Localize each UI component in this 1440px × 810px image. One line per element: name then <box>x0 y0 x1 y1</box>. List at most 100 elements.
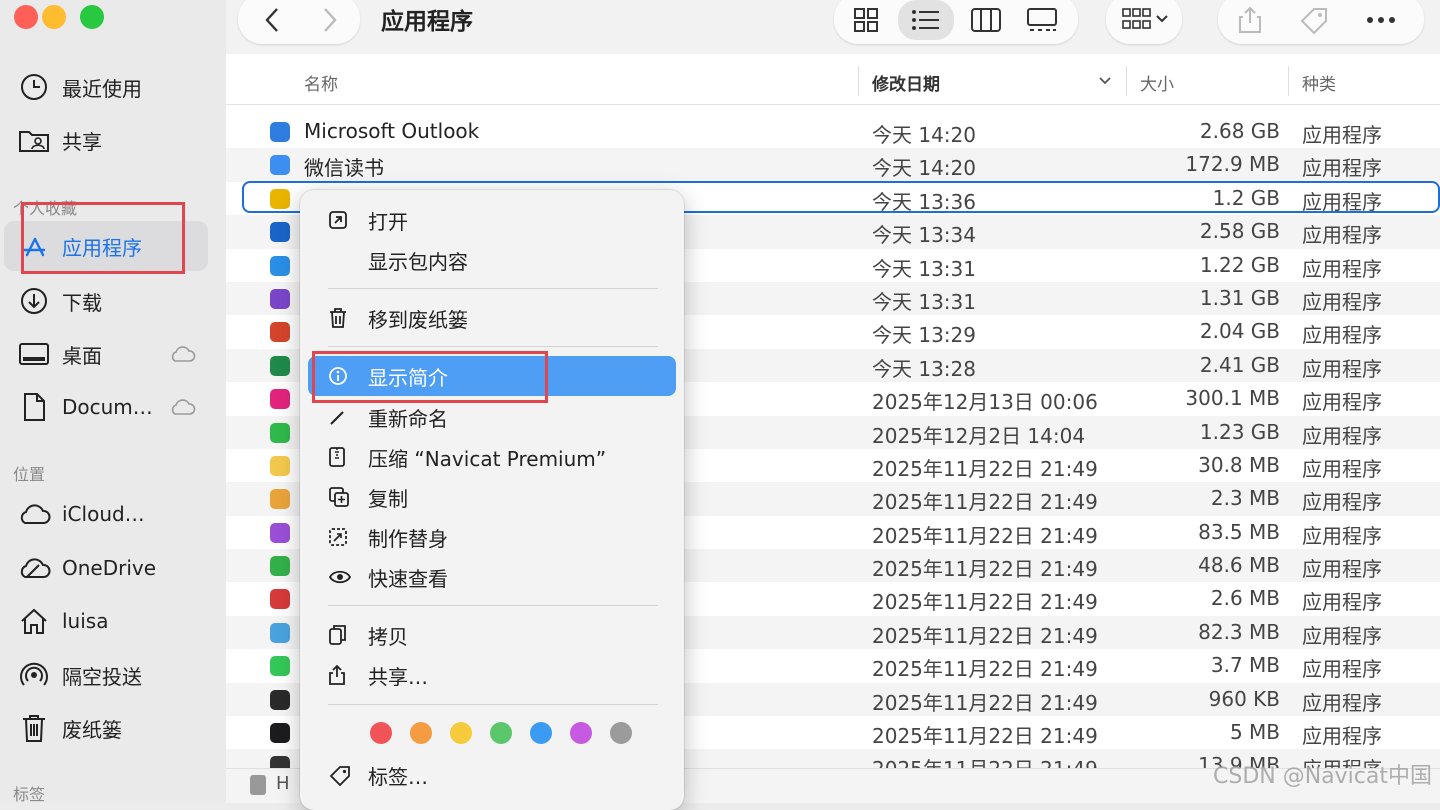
sidebar-item-airdrop[interactable]: 隔空投送 <box>16 655 142 695</box>
menu-item-rename[interactable]: 重新命名 <box>308 399 676 435</box>
row-size: 172.9 MB <box>1185 152 1280 177</box>
close-window-button[interactable] <box>14 5 38 29</box>
nav-button-group <box>238 0 360 44</box>
row-size: 2.3 MB <box>1210 486 1280 511</box>
icon-view-button[interactable] <box>844 0 888 40</box>
table-row[interactable]: Microsoft Outlook 今天 14:20 2.68 GB 应用程序 <box>226 115 1440 148</box>
zoom-window-button[interactable] <box>80 5 104 29</box>
group-by-button[interactable] <box>1118 0 1174 40</box>
tag-color-dot[interactable] <box>490 722 512 744</box>
menu-item-open[interactable]: 打开 <box>308 202 676 238</box>
sidebar-item-label: iCloud… <box>62 502 145 526</box>
tag-color-dot[interactable] <box>410 722 432 744</box>
chevron-right-icon <box>324 8 337 32</box>
group-grid-icon <box>1122 8 1168 29</box>
menu-item-share[interactable]: 共享… <box>308 657 676 693</box>
row-date: 今天 13:28 <box>872 356 976 381</box>
app-icon <box>270 689 290 710</box>
sidebar-item-icloud[interactable]: iCloud… <box>16 494 145 534</box>
sidebar-item-documents[interactable]: Docum… <box>16 387 153 427</box>
menu-item-label: 复制 <box>368 486 408 511</box>
row-kind: 应用程序 <box>1302 289 1382 314</box>
row-size: 3.7 MB <box>1210 653 1280 678</box>
sidebar-item-downloads[interactable]: 下载 <box>16 281 102 321</box>
menu-item-duplicate[interactable]: 复制 <box>308 479 676 515</box>
tag-button[interactable] <box>1292 0 1336 40</box>
tag-color-dot[interactable] <box>370 722 392 744</box>
row-size: 2.04 GB <box>1199 319 1280 344</box>
share-button[interactable] <box>1228 0 1272 40</box>
row-kind: 应用程序 <box>1302 456 1382 481</box>
menu-item-compress[interactable]: 压缩 “Navicat Premium” <box>308 439 676 475</box>
row-kind: 应用程序 <box>1302 724 1382 749</box>
menu-item-show-package-contents[interactable]: 显示包内容 <box>308 242 676 278</box>
column-header-name[interactable]: 名称 <box>304 70 338 95</box>
sort-chevron-down-icon[interactable] <box>1098 76 1112 86</box>
tag-color-dot[interactable] <box>570 722 592 744</box>
row-date: 2025年11月22日 21:49 <box>872 456 1098 481</box>
row-size: 48.6 MB <box>1198 553 1280 578</box>
row-kind: 应用程序 <box>1302 390 1382 415</box>
window-title: 应用程序 <box>381 9 473 35</box>
row-date: 2025年11月22日 21:49 <box>872 657 1098 682</box>
group-by-group <box>1106 0 1182 44</box>
row-size: 300.1 MB <box>1185 386 1280 411</box>
app-icon <box>270 122 290 142</box>
menu-item-copy[interactable]: 拷贝 <box>308 617 676 653</box>
row-date: 2025年11月22日 21:49 <box>872 557 1098 582</box>
menu-item-make-alias[interactable]: 制作替身 <box>308 519 676 555</box>
menu-item-move-to-trash[interactable]: 移到废纸篓 <box>308 300 676 336</box>
row-size: 960 KB <box>1208 686 1280 711</box>
column-header-kind[interactable]: 种类 <box>1302 70 1336 95</box>
row-kind: 应用程序 <box>1302 690 1382 715</box>
drive-icon <box>250 775 266 795</box>
row-date: 2025年12月13日 00:06 <box>872 390 1098 415</box>
column-divider <box>858 66 859 96</box>
sidebar-item-label: 下载 <box>62 290 102 315</box>
sidebar-item-label: 共享 <box>62 129 102 154</box>
menu-item-tags[interactable]: 标签… <box>308 757 676 793</box>
column-header-size[interactable]: 大小 <box>1140 70 1174 95</box>
zip-icon <box>328 446 368 468</box>
tag-icon <box>328 764 368 786</box>
forward-button[interactable] <box>312 0 348 40</box>
sidebar-item-home[interactable]: luisa <box>16 601 108 641</box>
table-row[interactable]: 微信读书 今天 14:20 172.9 MB 应用程序 <box>226 148 1440 182</box>
sidebar-item-recents[interactable]: 最近使用 <box>16 67 142 107</box>
column-header-date[interactable]: 修改日期 <box>872 70 940 95</box>
minimize-window-button[interactable] <box>42 5 66 29</box>
menu-item-label: 快速查看 <box>368 566 448 591</box>
row-date: 2025年11月22日 21:49 <box>872 590 1098 615</box>
open-arrow-icon <box>328 210 368 230</box>
back-button[interactable] <box>254 0 290 40</box>
path-bar-text[interactable]: H <box>276 773 290 794</box>
annotation-highlight-box <box>21 202 185 274</box>
sidebar-item-trash[interactable]: 废纸篓 <box>16 708 122 748</box>
row-kind: 应用程序 <box>1302 123 1382 147</box>
airdrop-icon <box>16 660 52 690</box>
sidebar-item-label: 桌面 <box>62 343 102 368</box>
row-kind: 应用程序 <box>1302 623 1382 648</box>
sidebar-item-label: Docum… <box>62 395 153 419</box>
gallery-view-button[interactable] <box>1020 0 1064 40</box>
tag-color-dot[interactable] <box>610 722 632 744</box>
tag-color-dot[interactable] <box>530 722 552 744</box>
list-view-button[interactable] <box>898 0 954 40</box>
tag-color-dot[interactable] <box>450 722 472 744</box>
icloud-status-icon <box>171 399 196 415</box>
app-icon <box>270 556 290 577</box>
menu-item-label: 移到废纸篓 <box>368 307 468 332</box>
share-icon <box>1239 6 1261 33</box>
sidebar-item-label: 隔空投送 <box>62 664 142 689</box>
row-size: 1.31 GB <box>1199 285 1280 310</box>
column-view-button[interactable] <box>964 0 1008 40</box>
sidebar-item-desktop[interactable]: 桌面 <box>16 334 102 374</box>
more-actions-button[interactable] <box>1356 0 1406 40</box>
locations-section-header: 位置 <box>13 465 46 484</box>
row-size: 2.68 GB <box>1199 119 1280 143</box>
sidebar-item-onedrive[interactable]: OneDrive <box>16 548 156 588</box>
menu-item-quick-look[interactable]: 快速查看 <box>308 559 676 595</box>
context-menu: 打开 显示包内容 移到废纸篓 显示简介 重新命名 压缩 “Navicat Pre… <box>300 190 684 810</box>
list-icon <box>912 10 939 30</box>
sidebar-item-shared[interactable]: 共享 <box>16 120 102 160</box>
